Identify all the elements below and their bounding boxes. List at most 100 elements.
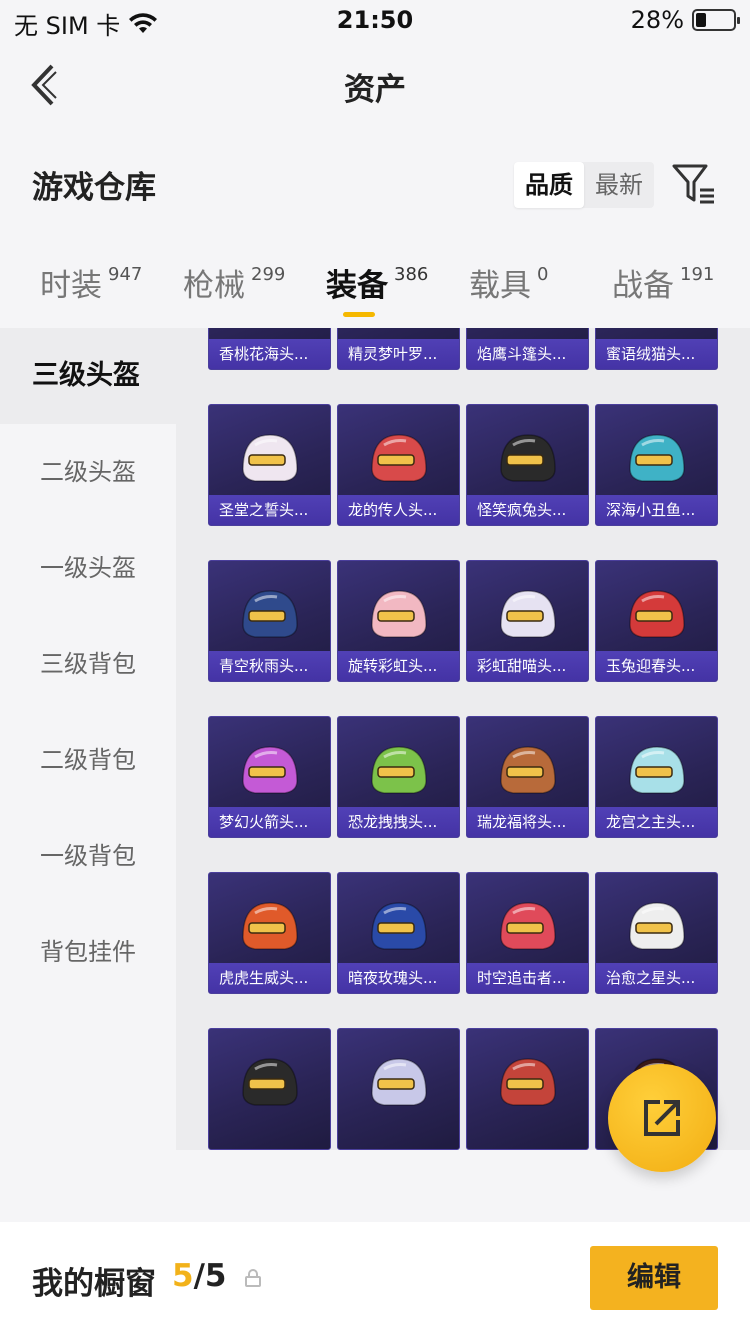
item-card[interactable]: 彩虹甜喵头...	[466, 560, 589, 682]
tab-fashion[interactable]: 时装 947	[40, 260, 142, 305]
item-card[interactable]: 虎虎生威头...	[208, 872, 331, 994]
item-card[interactable]: 深海小丑鱼...	[595, 404, 718, 526]
item-card[interactable]: 瑞龙福将头...	[466, 716, 589, 838]
item-card[interactable]: 精灵梦叶罗...	[337, 328, 460, 370]
item-grid: 香桃花海头... 精灵梦叶罗... 焰鹰斗篷头... 蜜语绒猫头... 圣堂之誓头...…	[208, 328, 720, 1150]
item-card[interactable]: 圣堂之誓头...	[208, 404, 331, 526]
sort-option-newest[interactable]: 最新	[584, 162, 654, 208]
item-name: 瑞龙福将头...	[467, 807, 588, 837]
item-card[interactable]: 龙宫之主头...	[595, 716, 718, 838]
showcase-total: 5	[204, 1258, 227, 1294]
tab-label: 时装	[40, 268, 102, 304]
filter-icon	[672, 164, 714, 204]
sort-toggle: 品质 最新	[514, 162, 654, 208]
sort-option-quality[interactable]: 品质	[514, 162, 584, 208]
tab-count: 191	[680, 264, 715, 285]
sidebar-item-level2-helmet[interactable]: 二级头盔	[0, 424, 176, 520]
helmet-icon	[628, 434, 685, 482]
item-card[interactable]: 青空秋雨头...	[208, 560, 331, 682]
item-name: 蜜语绒猫头...	[596, 339, 717, 369]
item-card[interactable]	[466, 1028, 589, 1150]
helmet-icon	[241, 902, 298, 950]
item-name: 焰鹰斗篷头...	[467, 339, 588, 369]
tab-combat-gear[interactable]: 战备 191	[612, 260, 714, 305]
helmet-icon	[241, 746, 298, 794]
tab-label: 装备	[326, 268, 388, 304]
tab-count: 386	[394, 264, 429, 285]
showcase-label: 我的橱窗	[32, 1266, 156, 1302]
item-name: 暗夜玫瑰头...	[338, 963, 459, 993]
item-name: 香桃花海头...	[209, 339, 330, 369]
tab-equipment[interactable]: 装备 386	[326, 260, 428, 305]
showcase-current: 5	[172, 1258, 194, 1294]
sidebar-item-level1-backpack[interactable]: 一级背包	[0, 808, 176, 904]
helmet-icon	[499, 434, 556, 482]
item-name: 龙的传人头...	[338, 495, 459, 525]
filter-button[interactable]	[670, 160, 718, 208]
showcase-separator: /	[193, 1258, 205, 1294]
tab-vehicles[interactable]: 载具 0	[469, 260, 548, 305]
back-button[interactable]	[26, 62, 66, 108]
share-fab[interactable]	[608, 1064, 716, 1172]
item-card[interactable]	[337, 1028, 460, 1150]
sidebar-item-level1-helmet[interactable]: 一级头盔	[0, 520, 176, 616]
item-card[interactable]: 香桃花海头...	[208, 328, 331, 370]
item-card[interactable]: 恐龙拽拽头...	[337, 716, 460, 838]
sidebar-item-level3-helmet[interactable]: 三级头盔	[0, 328, 176, 424]
sidebar-item-backpack-charm[interactable]: 背包挂件	[0, 904, 176, 1000]
item-card[interactable]: 暗夜玫瑰头...	[337, 872, 460, 994]
item-name: 怪笑疯兔头...	[467, 495, 588, 525]
item-grid-area[interactable]: 香桃花海头... 精灵梦叶罗... 焰鹰斗篷头... 蜜语绒猫头... 圣堂之誓头...…	[176, 328, 750, 1150]
item-name: 旋转彩虹头...	[338, 651, 459, 681]
bottom-bar: 我的橱窗 5/5 编辑	[0, 1222, 750, 1334]
item-card[interactable]: 旋转彩虹头...	[337, 560, 460, 682]
battery-icon	[692, 9, 740, 31]
item-name: 深海小丑鱼...	[596, 495, 717, 525]
helmet-icon	[628, 902, 685, 950]
item-card[interactable]: 焰鹰斗篷头...	[466, 328, 589, 370]
helmet-icon	[370, 434, 427, 482]
helmet-icon	[499, 1058, 556, 1106]
item-card[interactable]: 时空追击者...	[466, 872, 589, 994]
status-bar: 无 SIM 卡 21:50 28%	[0, 0, 750, 40]
edit-button[interactable]: 编辑	[590, 1246, 718, 1310]
item-name: 青空秋雨头...	[209, 651, 330, 681]
sidebar-item-level2-backpack[interactable]: 二级背包	[0, 712, 176, 808]
item-card[interactable]: 怪笑疯兔头...	[466, 404, 589, 526]
item-name: 精灵梦叶罗...	[338, 339, 459, 369]
chevron-left-icon	[31, 64, 57, 106]
helmet-icon	[241, 1058, 298, 1106]
item-name: 梦幻火箭头...	[209, 807, 330, 837]
item-card[interactable]: 梦幻火箭头...	[208, 716, 331, 838]
item-card[interactable]: 龙的传人头...	[337, 404, 460, 526]
helmet-icon	[370, 1058, 427, 1106]
helmet-icon	[499, 590, 556, 638]
external-link-icon	[644, 1100, 680, 1136]
sidebar-item-level3-backpack[interactable]: 三级背包	[0, 616, 176, 712]
item-card[interactable]: 蜜语绒猫头...	[595, 328, 718, 370]
page-title: 资产	[344, 72, 406, 108]
active-tab-indicator	[343, 312, 375, 317]
lock-icon	[245, 1269, 261, 1287]
item-name: 圣堂之誓头...	[209, 495, 330, 525]
tab-count: 947	[108, 264, 143, 285]
helmet-icon	[370, 902, 427, 950]
item-card[interactable]	[208, 1028, 331, 1150]
item-name: 彩虹甜喵头...	[467, 651, 588, 681]
item-name: 虎虎生威头...	[209, 963, 330, 993]
helmet-icon	[241, 434, 298, 482]
tab-label: 战备	[612, 268, 674, 304]
item-card[interactable]: 玉兔迎春头...	[595, 560, 718, 682]
item-name: 治愈之星头...	[596, 963, 717, 993]
item-name: 龙宫之主头...	[596, 807, 717, 837]
item-card[interactable]: 治愈之星头...	[595, 872, 718, 994]
tab-count: 0	[537, 264, 549, 285]
helmet-icon	[364, 328, 434, 333]
helmet-icon	[235, 328, 305, 333]
nav-bar: 资产	[0, 44, 750, 124]
tab-firearms[interactable]: 枪械 299	[183, 260, 285, 305]
sidebar: 三级头盔 二级头盔 一级头盔 三级背包 二级背包 一级背包 背包挂件	[0, 328, 176, 1150]
helmet-icon	[493, 328, 563, 333]
warehouse-title: 游戏仓库	[32, 170, 156, 206]
helmet-icon	[370, 590, 427, 638]
